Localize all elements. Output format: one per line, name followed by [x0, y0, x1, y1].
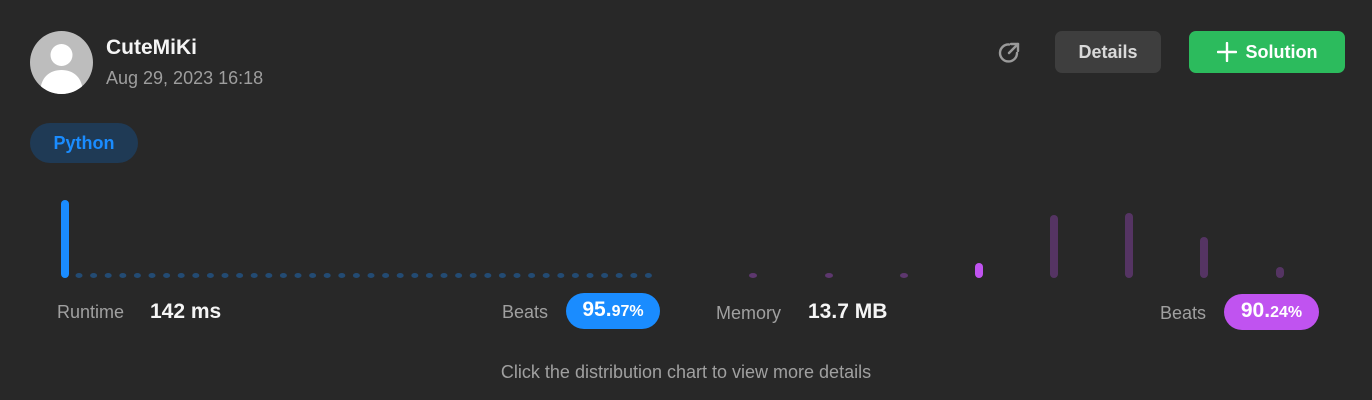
memory-beats-decimal: 24%: [1270, 304, 1303, 321]
runtime-dist-bar: [367, 273, 375, 278]
language-tag[interactable]: Python: [30, 123, 138, 163]
runtime-dist-bar: [338, 273, 346, 278]
chart-hint: Click the distribution chart to view mor…: [500, 362, 872, 382]
avatar[interactable]: [30, 31, 93, 94]
runtime-dist-bar: [250, 273, 258, 278]
runtime-dist-bar: [133, 273, 141, 278]
runtime-dist-bar: [469, 273, 477, 278]
runtime-label: Runtime: [57, 302, 125, 322]
memory-value: 13.7 MB: [808, 300, 888, 323]
memory-active-bar: [975, 263, 983, 278]
runtime-dist-bar: [586, 273, 594, 278]
runtime-dist-bar: [601, 273, 609, 278]
runtime-dist-bar: [352, 273, 360, 278]
runtime-dist-bar: [323, 273, 331, 278]
memory-distribution: [749, 213, 1284, 278]
memory-beats-badge: 90. 24%: [1224, 294, 1319, 330]
runtime-dist-bar: [425, 273, 433, 278]
avatar-icon: [40, 44, 83, 94]
runtime-dist-bar: [75, 273, 83, 278]
memory-dist-bar: [749, 273, 757, 278]
runtime-dist-bar: [455, 273, 463, 278]
memory-dist-bar: [1125, 213, 1133, 278]
memory-label: Memory: [716, 303, 782, 323]
memory-dist-bar: [1050, 215, 1058, 278]
runtime-distribution: [61, 200, 652, 278]
runtime-beats-main: 95.: [582, 298, 612, 321]
runtime-dist-bar: [557, 273, 565, 278]
solution-button-label: Solution: [1245, 41, 1318, 62]
runtime-dist-bar: [513, 273, 521, 278]
runtime-dist-bar: [90, 273, 98, 278]
solution-button[interactable]: Solution: [1189, 31, 1345, 73]
runtime-dist-bar: [382, 273, 390, 278]
memory-dist-bar: [900, 273, 908, 278]
memory-dist-bar: [1276, 267, 1284, 278]
runtime-active-bar: [61, 200, 69, 278]
runtime-dist-bar: [119, 273, 127, 278]
runtime-dist-bar: [484, 273, 492, 278]
share-icon: [998, 42, 1020, 63]
memory-dist-bar: [825, 273, 833, 278]
runtime-beats-decimal: 97%: [611, 303, 644, 320]
runtime-dist-bar: [206, 273, 214, 278]
runtime-dist-bar: [221, 273, 229, 278]
memory-beats-main: 90.: [1240, 299, 1271, 322]
plus-icon: [1216, 42, 1237, 62]
runtime-beats-badge: 95. 97%: [566, 293, 660, 329]
memory-beats-label: Beats: [1160, 303, 1207, 323]
runtime-dist-bar: [294, 273, 302, 278]
distribution-chart[interactable]: [0, 190, 1372, 285]
runtime-dist-bar: [279, 273, 287, 278]
runtime-dist-bar: [571, 273, 579, 278]
runtime-dist-bar: [163, 273, 171, 278]
runtime-dist-bar: [148, 273, 156, 278]
runtime-dist-bar: [440, 273, 448, 278]
runtime-dist-bar: [542, 273, 550, 278]
submission-timestamp: Aug 29, 2023 16:18: [106, 68, 264, 88]
share-button[interactable]: [994, 38, 1024, 68]
runtime-dist-bar: [104, 273, 112, 278]
runtime-dist-bar: [498, 273, 506, 278]
runtime-dist-bar: [615, 273, 623, 278]
runtime-dist-bar: [528, 273, 536, 278]
runtime-dist-bar: [411, 273, 419, 278]
details-button[interactable]: Details: [1055, 31, 1161, 73]
runtime-dist-bar: [630, 273, 638, 278]
runtime-beats-label: Beats: [502, 302, 549, 322]
runtime-dist-bar: [644, 273, 652, 278]
runtime-dist-bar: [309, 273, 317, 278]
memory-dist-bar: [1200, 237, 1208, 278]
runtime-dist-bar: [265, 273, 273, 278]
runtime-dist-bar: [236, 273, 244, 278]
runtime-dist-bar: [177, 273, 185, 278]
runtime-dist-bar: [396, 273, 404, 278]
user-name[interactable]: CuteMiKi: [106, 36, 197, 60]
runtime-value: 142 ms: [150, 300, 222, 323]
runtime-dist-bar: [192, 273, 200, 278]
